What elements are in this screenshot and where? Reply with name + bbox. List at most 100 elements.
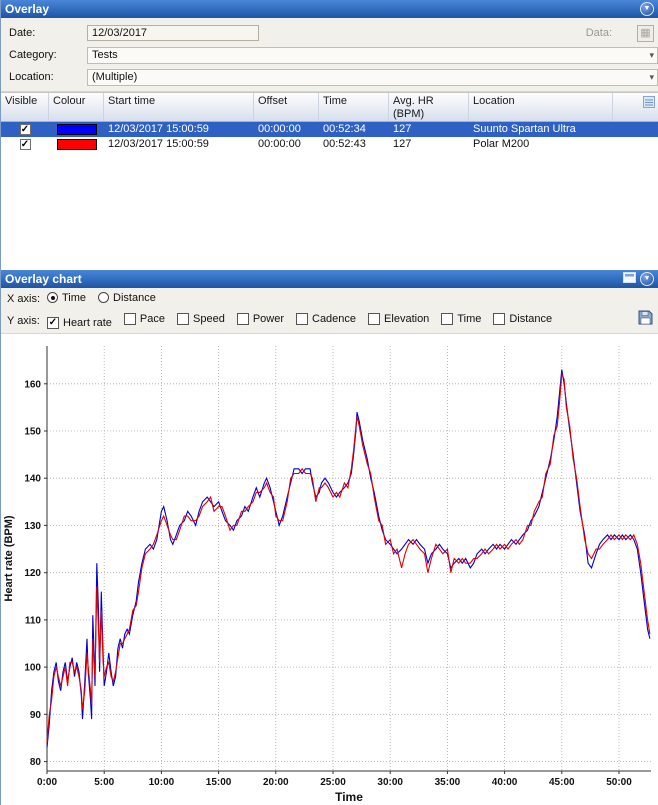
save-button[interactable]	[638, 310, 653, 330]
colour-cell	[49, 124, 104, 135]
time-cell: 00:52:34	[323, 123, 366, 135]
category-row: Category: Tests ▾	[1, 44, 658, 66]
check-icon: ✓	[20, 124, 30, 135]
checkbox-icon: ✓	[47, 316, 59, 329]
location-cell: Polar M200	[473, 138, 530, 150]
option-label: Elevation	[384, 313, 430, 326]
column-header-visible[interactable]: Visible	[1, 93, 49, 121]
svg-text:Heart rate (BPM): Heart rate (BPM)	[3, 515, 15, 602]
y-axis-row: Y axis: ✓ Heart rate Pace Speed Power Cadence…	[1, 310, 658, 332]
option-label: Heart rate	[63, 316, 112, 329]
radio-icon	[98, 292, 110, 304]
location-cell: Suunto Spartan Ultra	[473, 123, 576, 135]
yaxis-checkbox-power[interactable]: Power	[236, 313, 284, 326]
offset-cell: 00:00:00	[258, 138, 301, 150]
xaxis-radio-time[interactable]: Time	[47, 292, 86, 304]
time-cell: 00:52:43	[323, 138, 366, 150]
svg-text:40:00: 40:00	[492, 777, 518, 788]
avg-hr-cell: 127	[393, 138, 412, 150]
yaxis-checkbox-distance[interactable]: Distance	[493, 313, 553, 326]
data-button[interactable]: ▦	[637, 24, 654, 42]
chevron-down-icon: ▼	[643, 5, 651, 12]
overlay-chart: 80 90 100 110 120 130 140 150 160 0:00 5:00 10:00 15…	[1, 334, 658, 805]
heart-rate-chart: 80 90 100 110 120 130 140 150 160 0:00 5:00 10:00 15…	[3, 346, 651, 804]
colour-swatch[interactable]	[56, 139, 97, 150]
location-select[interactable]: (Multiple) ▾	[87, 68, 658, 86]
colour-swatch[interactable]	[56, 124, 97, 135]
y-axis-label: Y axis:	[7, 315, 40, 327]
svg-text:20:00: 20:00	[263, 777, 289, 788]
start-time-cell: 12/03/2017 15:00:59	[108, 123, 209, 135]
svg-text:10:00: 10:00	[149, 777, 175, 788]
svg-text:80: 80	[30, 757, 42, 768]
column-header-location[interactable]: Location	[469, 93, 613, 121]
column-header-colour[interactable]: Colour	[49, 93, 104, 121]
svg-text:Time: Time	[335, 790, 363, 804]
option-label: Time	[62, 291, 87, 304]
yaxis-checkbox-time[interactable]: Time	[441, 313, 482, 326]
date-input[interactable]	[87, 25, 259, 41]
colour-cell	[49, 139, 104, 150]
table-row[interactable]: ✓ 12/03/2017 15:00:59 00:00:00 00:52:34 …	[1, 122, 658, 137]
column-chooser-icon[interactable]	[643, 96, 655, 111]
svg-text:120: 120	[24, 568, 41, 579]
option-label: Time	[457, 313, 482, 326]
column-header-time[interactable]: Time	[319, 93, 389, 121]
visible-checkbox[interactable]: ✓	[19, 139, 31, 150]
data-label: Data:	[585, 27, 612, 39]
svg-text:110: 110	[25, 615, 42, 626]
yaxis-checkbox-cadence[interactable]: Cadence	[296, 313, 356, 326]
check-icon: ✓	[20, 139, 30, 150]
checkbox-icon	[296, 313, 308, 326]
location-label: Location:	[9, 71, 54, 83]
option-label: Speed	[193, 313, 225, 326]
svg-text:140: 140	[24, 474, 41, 485]
yaxis-checkbox-speed[interactable]: Speed	[177, 313, 225, 326]
avg-hr-cell: 127	[393, 123, 412, 135]
category-value: Tests	[92, 49, 118, 61]
category-select[interactable]: Tests ▾	[87, 46, 658, 64]
data-grid-icon: ▦	[640, 26, 651, 39]
overlay-titlebar: Overlay ▼	[1, 0, 658, 18]
svg-text:100: 100	[24, 663, 41, 674]
svg-text:15:00: 15:00	[206, 777, 232, 788]
column-header-offset[interactable]: Offset	[254, 93, 319, 121]
svg-text:25:00: 25:00	[320, 777, 346, 788]
column-header-start-time[interactable]: Start time	[104, 93, 254, 121]
date-row: Date: Data: ▦	[1, 22, 658, 44]
chart-controls: X axis: Time Distance Y axis: ✓ Heart rate…	[1, 288, 658, 334]
overlay-form: Date: Data: ▦ Category: Tests ▾ Location…	[1, 18, 658, 92]
checkbox-icon	[236, 313, 249, 326]
overlay-chart-titlebar: Overlay chart ▼	[1, 270, 658, 288]
panel-title: Overlay	[5, 2, 50, 16]
date-label: Date:	[9, 27, 36, 39]
visible-checkbox[interactable]: ✓	[19, 124, 31, 135]
xaxis-radio-distance[interactable]: Distance	[98, 292, 156, 304]
yaxis-checkbox-heart-rate[interactable]: ✓ Heart rate	[47, 316, 112, 329]
svg-text:90: 90	[30, 710, 42, 721]
start-time-cell: 12/03/2017 15:00:59	[108, 138, 209, 150]
location-value: (Multiple)	[92, 71, 138, 83]
yaxis-checkbox-pace[interactable]: Pace	[123, 313, 165, 326]
visible-cell: ✓	[1, 139, 49, 150]
svg-text:30:00: 30:00	[377, 777, 403, 788]
checkbox-icon	[493, 313, 506, 326]
offset-cell: 00:00:00	[258, 123, 301, 135]
option-label: Distance	[509, 313, 553, 326]
yaxis-checkbox-elevation[interactable]: Elevation	[368, 313, 430, 326]
chart-panel-title: Overlay chart	[5, 272, 82, 286]
x-axis-row: X axis: Time Distance	[1, 288, 658, 310]
checkbox-icon	[177, 313, 189, 326]
option-label: Pace	[139, 313, 165, 326]
popout-window-icon[interactable]	[623, 270, 636, 288]
collapse-panel-button[interactable]: ▼	[640, 2, 654, 16]
column-header-avg-hr[interactable]: Avg. HR (BPM)	[389, 93, 469, 121]
save-icon	[638, 310, 653, 325]
x-axis-options: Time Distance	[47, 292, 168, 307]
option-label: Distance	[113, 291, 156, 304]
svg-text:0:00: 0:00	[37, 777, 57, 788]
svg-text:160: 160	[24, 379, 41, 390]
table-row[interactable]: ✓ 12/03/2017 15:00:59 00:00:00 00:52:43 …	[1, 137, 658, 152]
collapse-chart-button[interactable]: ▼	[640, 272, 654, 286]
table-header: Visible Colour Start time Offset Time Av…	[1, 92, 658, 122]
